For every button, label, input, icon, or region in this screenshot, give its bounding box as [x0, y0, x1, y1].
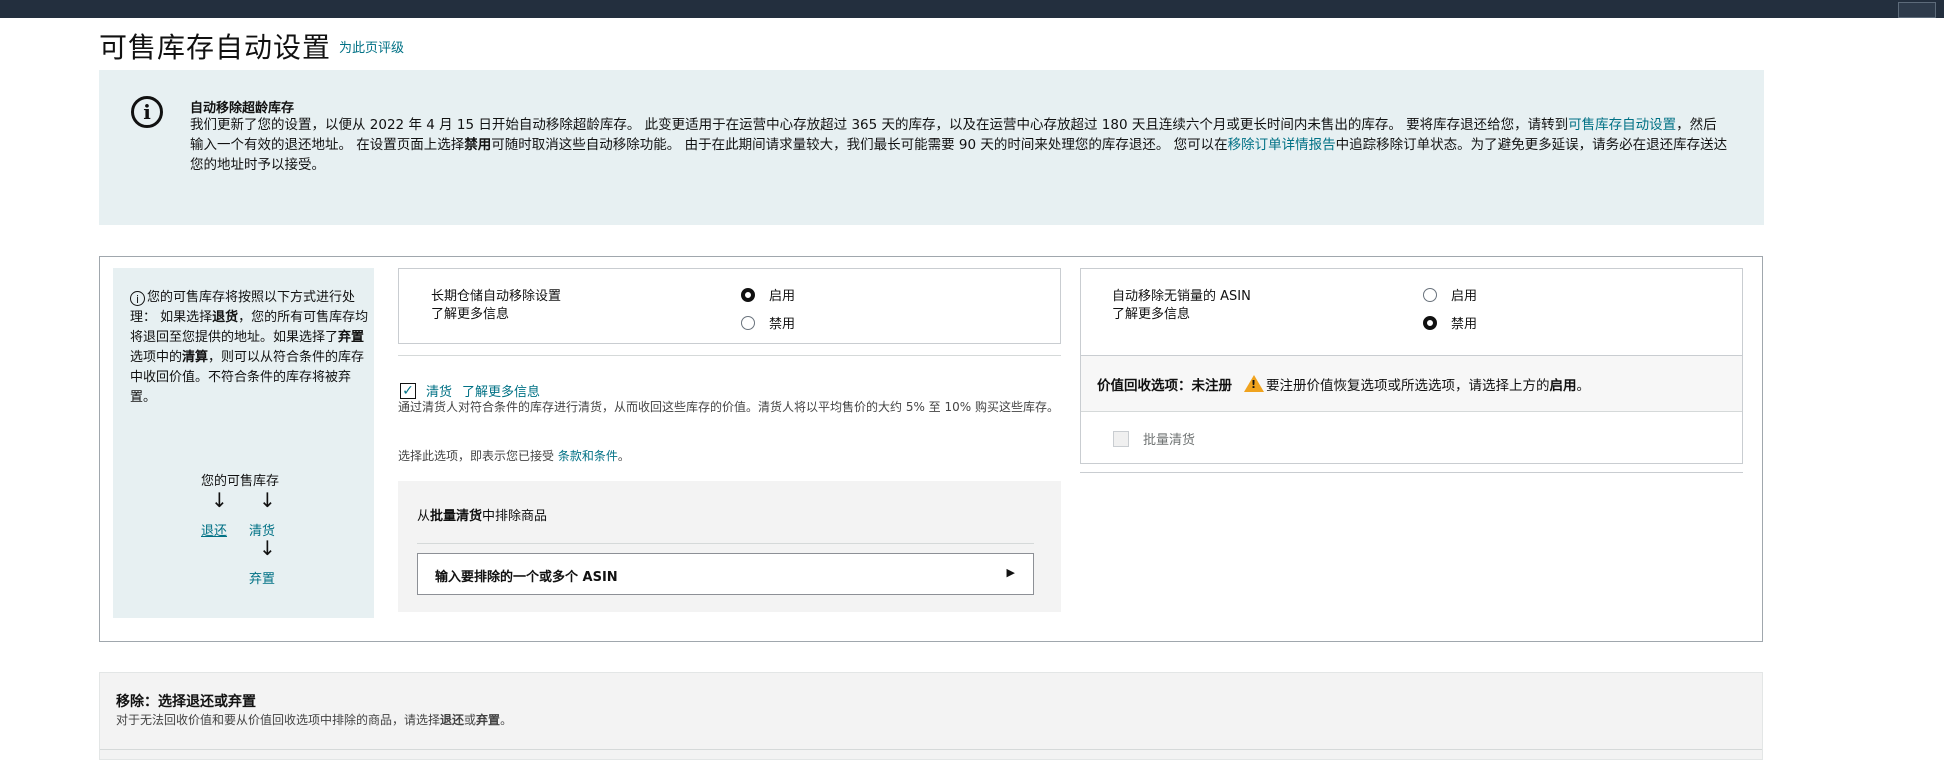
removal-title: 移除：选择退还或弃置 — [116, 694, 256, 710]
alert-body: 我们更新了您的设置，以便从 2022 年 4 月 15 日开始自动移除超龄库存。… — [190, 115, 1730, 175]
checkbox-disabled-icon[interactable] — [1113, 430, 1129, 447]
info-text: i 您的可售库存将按照以下方式进行处理： 如果选择退货，您的所有可售库存均将退回至… — [130, 288, 376, 408]
terms-prefix: 选择此选项，即表示您已接受 — [398, 449, 555, 463]
flow-dispose-link[interactable]: 弃置 — [249, 568, 275, 587]
no-sales-asin-card: 自动移除无销量的 ASIN 了解更多信息 启用 禁用 价值回收选项：未注册 ! 要… — [1080, 268, 1743, 464]
option-label: 禁用 — [769, 317, 796, 332]
arrow-down-icon: ↓ — [211, 488, 228, 512]
value-recovery-row: 价值回收选项：未注册 ! 要注册价值恢复选项或所选选项，请选择上方的启用。 — [1081, 356, 1742, 412]
triangle-right-icon[interactable]: ▶ — [1007, 566, 1015, 579]
value-recovery-status: 价值回收选项：未注册 ! 要注册价值恢复选项或所选选项，请选择上方的启用。 — [1097, 374, 1590, 394]
page-title: 可售库存自动设置 — [99, 31, 332, 64]
bulk-liquidation-option[interactable]: 批量清货 — [1113, 429, 1195, 448]
warning-text: 要注册价值恢复选项或所选选项，请选择上方的 — [1266, 378, 1550, 394]
removal-subtitle: 对于无法回收价值和要从价值回收选项中排除的商品，请选择退还或弃置。 — [116, 711, 512, 728]
option-label: 启用 — [1451, 289, 1478, 304]
bulk-label: 批量清货 — [1143, 433, 1196, 448]
exclude-panel: 从批量清货中排除商品 输入要排除的一个或多个 ASIN ▶ — [398, 481, 1061, 612]
exclude-bold: 批量清货 — [430, 509, 483, 524]
alert-text: 我们更新了您的设置，以便从 2022 年 4 月 15 日开始自动移除超龄库存。… — [190, 117, 1569, 133]
no-sales-learn-more-link[interactable]: 了解更多信息 — [1112, 303, 1190, 322]
exclude-prefix: 从 — [417, 509, 431, 524]
terms-suffix: 。 — [617, 449, 630, 463]
value-recovery-label: 价值回收选项：未注册 — [1097, 378, 1232, 394]
checkbox-checked-icon[interactable]: ✓ — [400, 382, 416, 399]
top-navigation-bar — [0, 0, 1944, 18]
info-bold: 退货 — [212, 310, 239, 325]
terms-link[interactable]: 条款和条件 — [558, 449, 618, 463]
no-sales-settings: 自动移除无销量的 ASIN 了解更多信息 启用 禁用 — [1081, 269, 1742, 356]
asin-exclude-expander[interactable]: 输入要排除的一个或多个 ASIN ▶ — [417, 553, 1034, 595]
rate-page-link[interactable]: 为此页评级 — [339, 37, 404, 56]
removal-sub-text: 或 — [464, 713, 477, 727]
radio-unselected-icon[interactable] — [1423, 287, 1437, 302]
removal-bold: 退还 — [440, 713, 465, 727]
terms-text: 选择此选项，即表示您已接受 条款和条件。 — [398, 447, 630, 464]
info-circle-icon: i — [131, 96, 163, 128]
arrow-down-icon: ↓ — [259, 488, 276, 512]
removal-section: 移除：选择退还或弃置 对于无法回收价值和要从价值回收选项中排除的商品，请选择退还… — [99, 672, 1763, 760]
settings-card: i 您的可售库存将按照以下方式进行处理： 如果选择退货，您的所有可售库存均将退回至… — [99, 256, 1763, 642]
removal-report-link[interactable]: 移除订单详情报告 — [1228, 137, 1336, 153]
arrow-down-icon: ↓ — [259, 536, 276, 560]
info-alert: i 自动移除超龄库存 我们更新了您的设置，以便从 2022 年 4 月 15 日… — [99, 70, 1764, 225]
no-sales-disable-option[interactable]: 禁用 — [1423, 313, 1477, 332]
alert-title: 自动移除超龄库存 — [190, 101, 295, 116]
info-text-part: 选项中的 — [130, 350, 183, 365]
divider — [1080, 472, 1743, 473]
no-sales-enable-option[interactable]: 启用 — [1423, 285, 1477, 304]
liquidation-learn-more-link[interactable]: 了解更多信息 — [462, 381, 540, 400]
option-label: 禁用 — [1451, 317, 1478, 332]
info-panel: i 您的可售库存将按照以下方式进行处理： 如果选择退货，您的所有可售库存均将退回至… — [113, 268, 374, 618]
long-term-learn-more-link[interactable]: 了解更多信息 — [431, 303, 509, 322]
info-bold: 清算 — [182, 350, 209, 365]
divider — [100, 749, 1762, 750]
option-label: 启用 — [769, 289, 796, 304]
divider — [417, 543, 1034, 544]
long-term-disable-option[interactable]: 禁用 — [741, 313, 795, 332]
alert-bold: 禁用 — [464, 137, 492, 153]
flow-inventory: 您的可售库存 — [201, 474, 280, 489]
long-term-enable-option[interactable]: 启用 — [741, 285, 795, 304]
auto-settings-link[interactable]: 可售库存自动设置 — [1568, 117, 1676, 133]
exclude-suffix: 中排除商品 — [482, 509, 548, 524]
warning-end: 。 — [1576, 378, 1591, 394]
radio-unselected-icon[interactable] — [741, 315, 755, 330]
alert-text: 可随时取消这些自动移除功能。 由于在此期间请求量较大，我们最长可能需要 90 天… — [491, 137, 1228, 153]
liquidation-description: 通过清货人对符合条件的库存进行清货，从而收回这些库存的价值。清货人将以平均售价的… — [398, 400, 1059, 414]
exclude-label: 从批量清货中排除商品 — [417, 505, 547, 524]
long-term-storage-box: 长期仓储自动移除设置 了解更多信息 启用 禁用 — [398, 268, 1061, 344]
removal-sub-text: 。 — [500, 713, 513, 727]
liquidation-checkbox-row[interactable]: ✓ 清货 了解更多信息 — [400, 381, 540, 400]
flow-return-link[interactable]: 退还 — [201, 520, 227, 539]
info-bold: 弃置 — [338, 330, 365, 345]
radio-selected-icon[interactable] — [741, 287, 755, 302]
asin-exclude-label[interactable]: 输入要排除的一个或多个 ASIN — [435, 566, 618, 585]
long-term-title: 长期仓储自动移除设置 — [431, 289, 562, 304]
info-icon: i — [130, 291, 145, 306]
warning-bold: 启用 — [1549, 378, 1577, 394]
warning-message: ! 要注册价值恢复选项或所选选项，请选择上方的启用。 — [1244, 374, 1590, 394]
radio-selected-icon[interactable] — [1423, 315, 1437, 330]
removal-sub-text: 对于无法回收价值和要从价值回收选项中排除的商品，请选择 — [116, 713, 441, 727]
removal-bold: 弃置 — [476, 713, 501, 727]
warning-triangle-icon: ! — [1244, 375, 1264, 392]
no-sales-title: 自动移除无销量的 ASIN — [1112, 289, 1251, 304]
topbar-button[interactable] — [1898, 2, 1936, 18]
divider — [398, 355, 1061, 356]
liquidation-label[interactable]: 清货 — [426, 381, 452, 400]
